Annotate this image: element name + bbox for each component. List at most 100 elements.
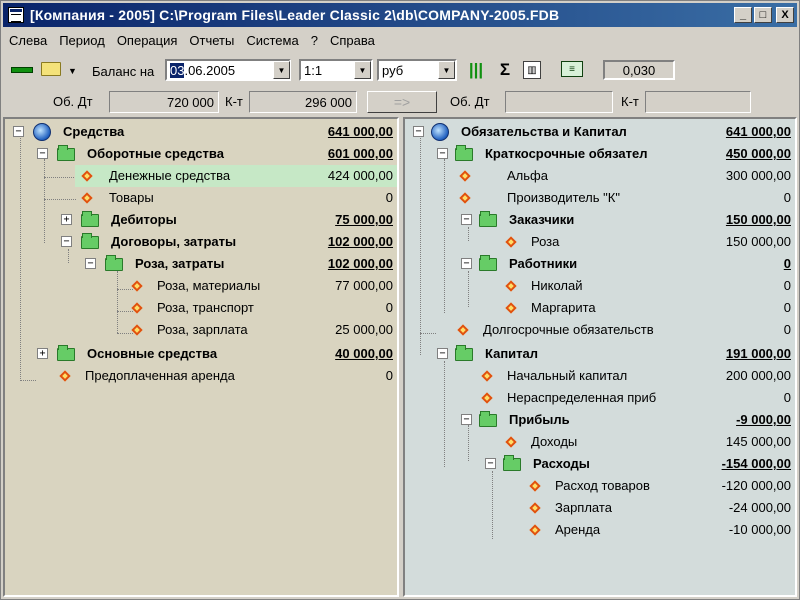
menu-operation[interactable]: Операция [111,33,184,48]
tree-node-alfa[interactable]: Альфа 300 000,00 [405,165,795,187]
menu-left[interactable]: Слева [3,33,53,48]
tree-node-long-term-liabilities[interactable]: Долгосрочные обязательств 0 [405,319,795,341]
tree-node-contracts-costs[interactable]: − Договоры, затраты 102 000,00 [5,231,397,253]
chevron-down-icon[interactable]: ▼ [68,66,77,76]
title-bar[interactable]: [Компания - 2005] C:\Program Files\Leade… [3,3,797,27]
minus-box-icon[interactable]: − [461,414,472,425]
tree-node-capital[interactable]: − Капитал 191 000,00 [405,343,795,365]
tree-node-profit[interactable]: − Прибыль -9 000,00 [405,409,795,431]
scale-dropdown-button[interactable]: ▼ [354,61,371,79]
tree-node-debtors[interactable]: + Дебиторы 75 000,00 [5,209,397,231]
left-debit-label: Об. Дт [53,94,93,109]
right-debit-field [505,91,613,113]
columns-icon[interactable]: ||| [466,60,486,80]
tree-node-label: Роза, материалы [157,278,261,293]
tree-node-rosa[interactable]: Роза 150 000,00 [405,231,795,253]
tree-node-rosa-costs[interactable]: − Роза, затраты 102 000,00 [5,253,397,275]
minus-box-icon[interactable]: − [461,214,472,225]
diamond-icon [505,302,517,314]
tree-node-amount: 641 000,00 [327,124,393,139]
tree-node-customers[interactable]: − Заказчики 150 000,00 [405,209,795,231]
minus-box-icon[interactable]: − [485,458,496,469]
tree-node-label: Нераспределенная приб [507,390,657,405]
tree-node-margarita[interactable]: Маргарита 0 [405,297,795,319]
minus-box-icon[interactable]: − [61,236,72,247]
tree-node-amount: 641 000,00 [725,124,791,139]
tree-node-label: Альфа [507,168,548,183]
minus-box-icon[interactable]: − [437,148,448,159]
date-day-selected: 03 [170,62,185,78]
menu-bar: Слева Период Операция Отчеты Система ? С… [3,29,797,51]
tree-node-current-assets[interactable]: − Оборотные средства 601 000,00 [5,143,397,165]
sigma-icon[interactable]: Σ [495,60,515,80]
tree-node-amount: 191 000,00 [725,346,791,361]
tree-node-rent[interactable]: Аренда -10 000,00 [405,519,795,541]
folder-icon [479,211,497,227]
tree-node-nikolay[interactable]: Николай 0 [405,275,795,297]
tree-node-amount: 300 000,00 [725,168,791,183]
tree-node-producer-k[interactable]: Производитель "К" 0 [405,187,795,209]
tree-node-employees[interactable]: − Работники 0 [405,253,795,275]
tree-node-retained-earnings[interactable]: Нераспределенная приб 0 [405,387,795,409]
minus-box-icon[interactable]: − [461,258,472,269]
tree-node-amount: 200 000,00 [725,368,791,383]
minus-box-icon[interactable]: − [413,126,424,137]
tree-node-goods[interactable]: Товары 0 [5,187,397,209]
tree-node-amount: 102 000,00 [327,256,393,271]
tree-node-label: Обязательства и Капитал [461,124,627,139]
minimize-button[interactable]: _ [734,7,752,23]
menu-help-question[interactable]: ? [305,33,324,48]
minus-box-icon[interactable]: − [85,258,96,269]
plus-box-icon[interactable]: + [37,348,48,359]
tree-node-rosa-salary[interactable]: Роза, зарплата 25 000,00 [5,319,397,341]
tree-node-amount: -120 000,00 [721,478,791,493]
tree-node-amount: 0 [783,390,791,405]
tree-node-salary[interactable]: Зарплата -24 000,00 [405,497,795,519]
tree-node-prepaid-rent[interactable]: Предоплаченная аренда 0 [5,365,397,387]
tree-node-short-term-liabilities[interactable]: − Краткосрочные обязател 450 000,00 [405,143,795,165]
grid-table-icon[interactable]: ≡ [561,61,583,77]
value-indicator: 0,030 [603,60,675,80]
tree-node-liabilities-root[interactable]: − Обязательства и Капитал 641 000,00 [405,121,795,143]
tree-node-assets-root[interactable]: − Средства 641 000,00 [5,121,397,143]
plus-box-icon[interactable]: + [61,214,72,225]
diamond-icon [481,392,493,404]
transfer-button[interactable]: => [367,91,437,113]
menu-system[interactable]: Система [240,33,304,48]
minus-box-icon[interactable]: − [437,348,448,359]
tree-node-label: Начальный капитал [507,368,628,383]
folder-icon [57,345,75,361]
close-button[interactable]: X [776,7,794,23]
minus-box-icon[interactable]: − [13,126,24,137]
assets-tree-panel[interactable]: − Средства 641 000,00 − Оборотные средст… [3,117,399,597]
tree-node-rosa-transport[interactable]: Роза, транспорт 0 [5,297,397,319]
tree-node-label: Дебиторы [111,212,177,227]
diamond-icon [59,370,71,382]
page-icon[interactable]: ▥ [523,61,541,79]
date-rest: .06.2005 [184,62,236,78]
tree-node-income[interactable]: Доходы 145 000,00 [405,431,795,453]
minus-box-icon[interactable]: − [37,148,48,159]
tree-node-rosa-materials[interactable]: Роза, материалы 77 000,00 [5,275,397,297]
tree-node-cash[interactable]: Денежные средства 424 000,00 [75,165,397,187]
menu-right[interactable]: Справа [324,33,381,48]
app-icon[interactable] [8,7,24,23]
menu-period[interactable]: Период [53,33,111,48]
tree-node-fixed-assets[interactable]: + Основные средства 40 000,00 [5,343,397,365]
tree-node-goods-expense[interactable]: Расход товаров -120 000,00 [405,475,795,497]
date-dropdown-button[interactable]: ▼ [273,61,290,79]
currency-dropdown-button[interactable]: ▼ [438,61,455,79]
turnover-row: Об. Дт 720 000 К-т 296 000 => Об. Дт К-т [3,89,797,115]
diamond-icon [131,302,143,314]
tree-node-amount: 40 000,00 [335,346,393,361]
maximize-button[interactable]: □ [754,7,772,23]
open-folder-icon[interactable] [41,62,61,76]
tree-node-label: Товары [109,190,154,205]
tree-node-label: Оборотные средства [87,146,224,161]
tree-node-expenses[interactable]: − Расходы -154 000,00 [405,453,795,475]
folder-icon [503,455,521,471]
tree-node-initial-capital[interactable]: Начальный капитал 200 000,00 [405,365,795,387]
menu-reports[interactable]: Отчеты [183,33,240,48]
green-bar-icon[interactable] [11,67,33,73]
liabilities-tree-panel[interactable]: − Обязательства и Капитал 641 000,00 − К… [403,117,797,597]
